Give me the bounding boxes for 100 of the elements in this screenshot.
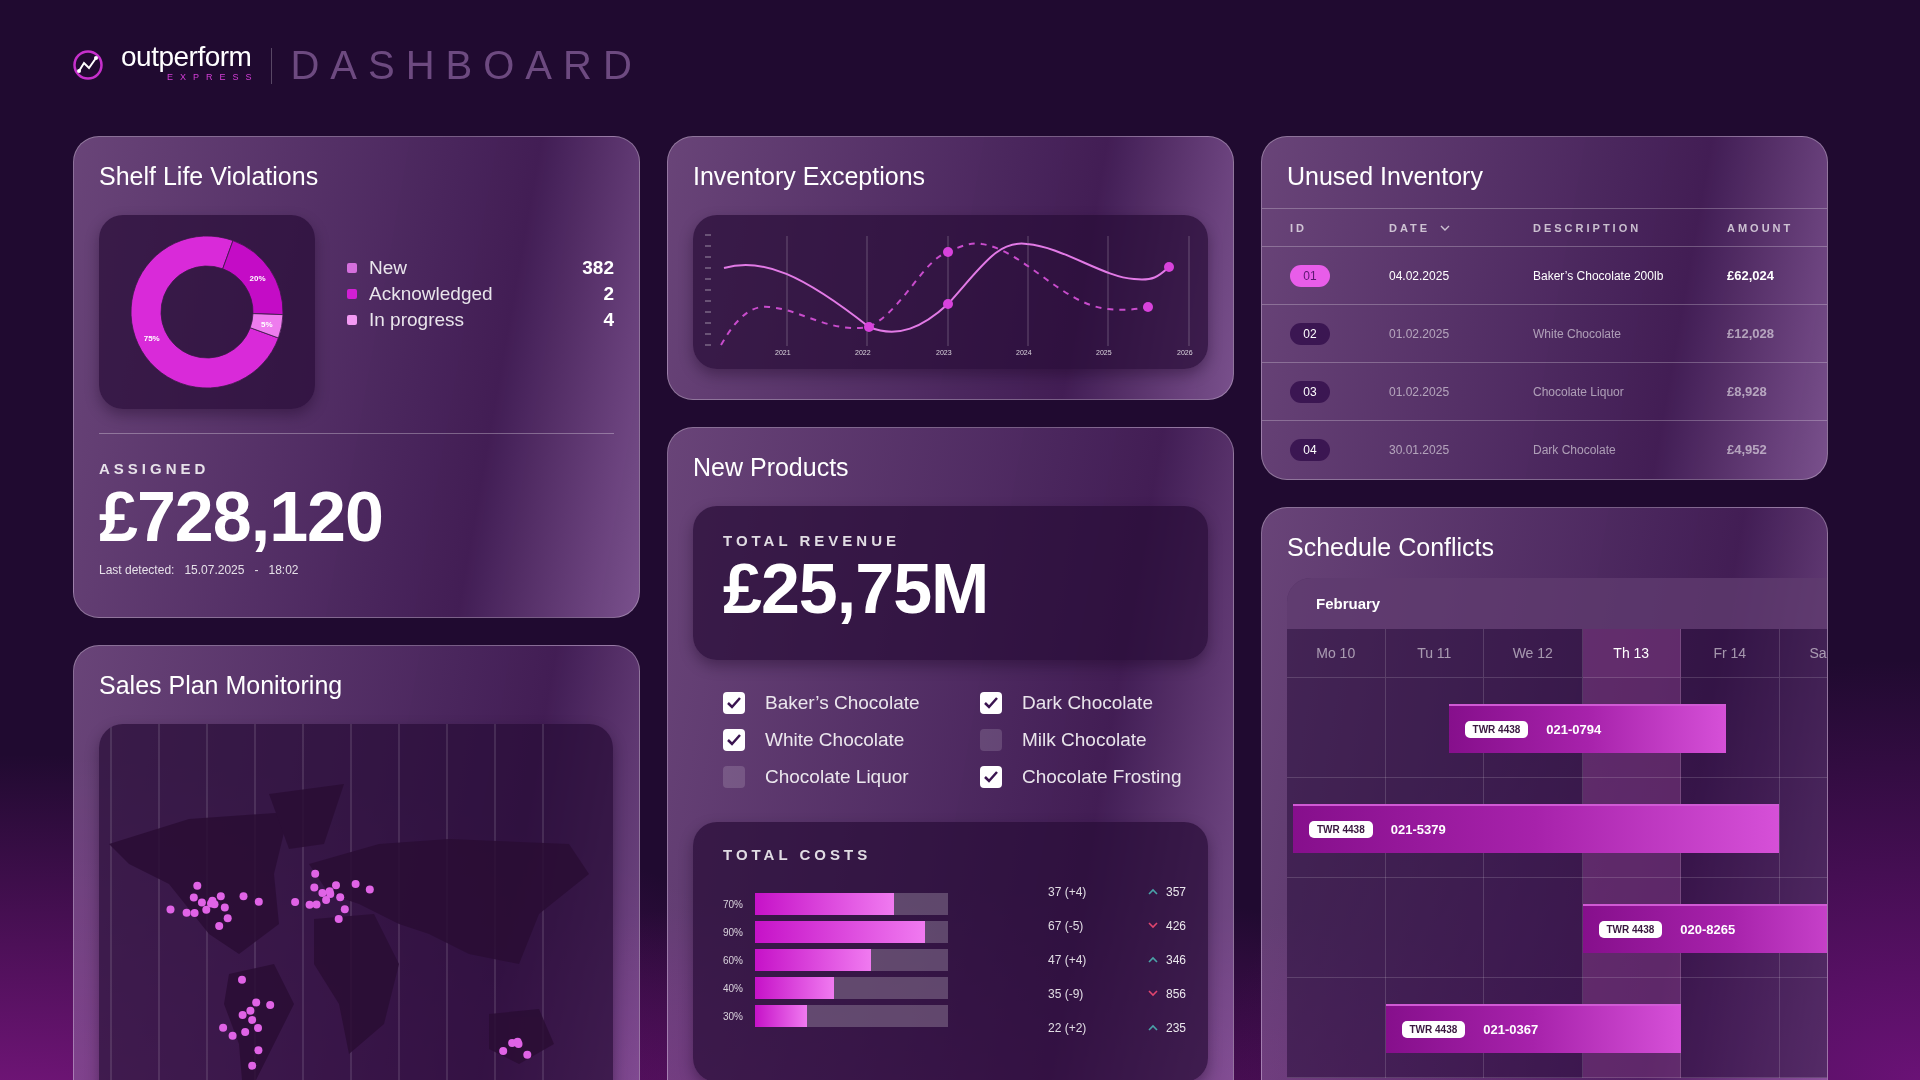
table-cell-text: White Chocolate	[1533, 326, 1623, 341]
data-point	[1143, 302, 1153, 312]
down-chevron-icon	[1148, 990, 1158, 997]
stat-total: 235	[1166, 1020, 1187, 1035]
event-tag: TWR 4438	[1401, 1021, 1466, 1038]
logo-icon	[72, 49, 104, 81]
legend-label: New	[369, 257, 408, 279]
event-bar[interactable]: TWR 4438 021-0794	[1448, 704, 1727, 753]
bar-label: 40%	[723, 982, 744, 994]
data-point	[864, 322, 874, 332]
stat-total: 426	[1166, 918, 1187, 933]
check-icon	[983, 696, 999, 710]
column-header[interactable]: DATE	[1389, 221, 1431, 234]
check-icon	[726, 696, 742, 710]
day-header[interactable]: Th 13	[1582, 629, 1681, 678]
stat-change: 35 (-9)	[1048, 986, 1085, 1001]
card-title: Sales Plan Monitoring	[99, 670, 344, 700]
event-tag: TWR 4438	[1308, 821, 1373, 838]
day-header[interactable]: Sa	[1779, 629, 1827, 678]
column-header: AMOUNT	[1727, 221, 1794, 234]
id-badge: 01	[1290, 264, 1330, 287]
data-point	[943, 299, 953, 309]
checkbox-item[interactable]: Dark Chocolate	[980, 692, 1208, 714]
stat-label: TOTAL REVENUE	[723, 532, 902, 549]
card-title: Inventory Exceptions	[693, 161, 927, 191]
day-header[interactable]: Fr 14	[1681, 629, 1780, 678]
card-title: Shelf Life Violations	[99, 161, 320, 191]
month-label: February	[1316, 595, 1381, 612]
day-header[interactable]: We 12	[1484, 629, 1583, 678]
checkbox-item[interactable]: Baker’s Chocolate	[723, 692, 980, 714]
panel-title: TOTAL COSTS	[723, 846, 873, 863]
card-title: Unused Inventory	[1287, 161, 1484, 191]
check-icon	[726, 733, 742, 747]
page-title: DASHBOARD	[290, 42, 643, 88]
slice-label: 20%	[249, 273, 266, 283]
stat-value: £728,120	[99, 477, 384, 557]
stat-total: 357	[1166, 884, 1187, 899]
table-cell-text: Dark Chocolate	[1533, 442, 1617, 457]
table-cell-text: 01.02.2025	[1389, 326, 1451, 341]
legend-label: In progress	[369, 309, 466, 331]
checkbox-item[interactable]: White Chocolate	[723, 729, 980, 751]
table-cell-text: £4,952	[1727, 442, 1768, 457]
event-code: 021-0794	[1546, 722, 1602, 737]
up-chevron-icon	[1148, 1024, 1158, 1031]
down-chevron-icon	[1148, 922, 1158, 929]
table-cell-text: £8,928	[1727, 384, 1768, 399]
check-icon	[983, 770, 999, 784]
checkbox-item[interactable]: Chocolate Frosting	[980, 766, 1208, 788]
table-cell-text: Baker’s Chocolate 200lb	[1533, 268, 1665, 283]
checkbox[interactable]	[980, 766, 1002, 788]
legend-count: 382	[582, 257, 614, 279]
event-tag: TWR 4438	[1598, 921, 1663, 938]
checkbox-item[interactable]: Milk Chocolate	[980, 729, 1208, 751]
stat-change: 22 (+2)	[1048, 1020, 1088, 1035]
table-cell-text: Chocolate Liquor	[1533, 384, 1625, 399]
slice-label: 5%	[261, 319, 273, 329]
legend-count: 4	[603, 309, 614, 331]
bar-label: 30%	[723, 1010, 744, 1022]
table-cell-text: 01.02.2025	[1389, 384, 1451, 399]
separator: -	[254, 563, 259, 577]
legend-count: 2	[603, 283, 614, 305]
stat-value: £25,75M	[723, 549, 990, 629]
detected-time: 18:02	[268, 563, 299, 577]
column-header: DESCRIPTION	[1533, 221, 1642, 234]
event-bar[interactable]: TWR 4438 020-8265	[1582, 904, 1827, 953]
checkbox[interactable]	[980, 729, 1002, 751]
checkbox[interactable]	[723, 729, 745, 751]
table-cell-text: £12,028	[1727, 326, 1775, 341]
event-code: 020-8265	[1680, 922, 1736, 937]
table-cell-text: 04.02.2025	[1389, 268, 1451, 283]
bar-label: 70%	[723, 898, 744, 910]
day-header[interactable]: Mo 10	[1287, 629, 1386, 678]
event-bar[interactable]: TWR 4438 021-5379	[1292, 804, 1780, 853]
day-header[interactable]: Tu 11	[1385, 629, 1484, 678]
slice-label: 75%	[143, 333, 160, 343]
detected-date: 15.07.2025	[184, 563, 245, 577]
data-point	[1164, 262, 1174, 272]
event-code: 021-0367	[1483, 1022, 1539, 1037]
bar-label: 90%	[723, 926, 744, 938]
checkbox-item[interactable]: Chocolate Liquor	[723, 766, 980, 788]
stat-total: 856	[1166, 986, 1187, 1001]
table-cell-text: £62,024	[1727, 268, 1775, 283]
stat-label: ASSIGNED	[99, 460, 211, 477]
legend-label: Acknowledged	[369, 283, 494, 305]
checkbox[interactable]	[723, 692, 745, 714]
id-badge: 02	[1290, 322, 1330, 345]
up-chevron-icon	[1148, 888, 1158, 895]
id-badge: 03	[1290, 380, 1330, 403]
event-code: 021-5379	[1390, 822, 1446, 837]
checkbox[interactable]	[723, 766, 745, 788]
checkbox[interactable]	[980, 692, 1002, 714]
brand-subtitle: EXPRESS	[166, 72, 259, 82]
stat-change: 67 (-5)	[1048, 918, 1085, 933]
brand-name: outperform	[121, 42, 252, 72]
up-chevron-icon	[1148, 956, 1158, 963]
stat-change: 47 (+4)	[1048, 952, 1088, 967]
chevron-down-icon[interactable]	[1440, 224, 1451, 231]
detected-label: Last detected:	[99, 563, 175, 577]
card-title: Schedule Conflicts	[1287, 532, 1496, 562]
event-bar[interactable]: TWR 4438 021-0367	[1385, 1004, 1681, 1053]
